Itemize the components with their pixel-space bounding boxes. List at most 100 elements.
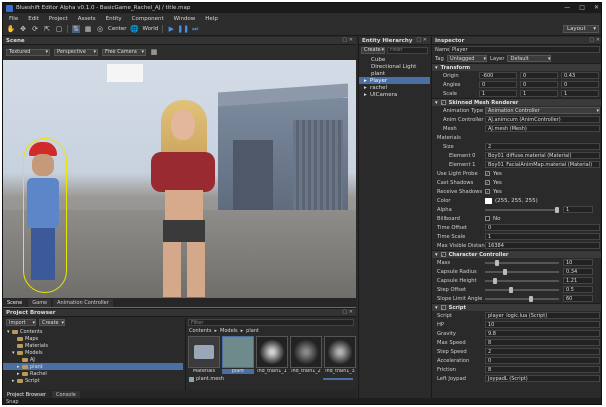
step-speed-field[interactable]: 2	[485, 348, 600, 355]
grid-toggle-icon[interactable]: ▦	[84, 25, 92, 33]
acceleration-field[interactable]: 0	[485, 357, 600, 364]
script-section-header[interactable]: ▾ ✓ Script	[432, 303, 601, 311]
height-slider[interactable]	[485, 277, 559, 284]
panel-window-icons[interactable]: □ ✕	[416, 37, 427, 43]
panel-window-icons[interactable]: □ ✕	[589, 37, 600, 43]
step-icon[interactable]: ⏭	[191, 25, 199, 33]
thumbnail-size-slider[interactable]	[323, 378, 353, 380]
controller-section-header[interactable]: ▾ ✓ Character Controller	[432, 250, 601, 258]
step-slider[interactable]	[485, 286, 559, 293]
materials-label[interactable]: Materials	[435, 135, 461, 141]
breadcrumb-plant[interactable]: plant	[246, 328, 259, 334]
time-offset-field[interactable]: 0	[485, 224, 600, 231]
list-item[interactable]: ▸ UICamera	[359, 91, 430, 98]
menu-assets[interactable]: Assets	[78, 16, 96, 22]
close-icon[interactable]: ✕	[594, 4, 599, 11]
time-scale-field[interactable]: 1	[485, 233, 600, 240]
import-dropdown[interactable]: Import ▾	[6, 319, 36, 326]
angles-x-field[interactable]: 0	[479, 81, 517, 88]
project-create-dropdown[interactable]: Create ▾	[39, 319, 65, 326]
radius-slider[interactable]	[485, 268, 559, 275]
tree-item-maps[interactable]: Maps	[3, 335, 183, 342]
world-space-icon[interactable]: 🌐	[130, 25, 139, 33]
billboard-checkbox[interactable]	[485, 216, 490, 221]
projection-dropdown[interactable]: Perspective ▾	[54, 48, 98, 56]
render-mode-dropdown[interactable]: Textured ▾	[6, 48, 50, 56]
list-item-selected[interactable]: ▸ Player	[359, 77, 430, 84]
layer-dropdown[interactable]: Default ▾	[507, 55, 552, 62]
scale-z-field[interactable]: 1	[561, 90, 599, 97]
angles-y-field[interactable]: 0	[520, 81, 558, 88]
asset-item-plant[interactable]: plant	[222, 336, 254, 374]
list-item[interactable]: Cube	[359, 56, 430, 63]
scale-tool-icon[interactable]: ⇱	[43, 25, 51, 33]
origin-x-field[interactable]: -600	[479, 72, 517, 79]
breadcrumb-models[interactable]: Models	[220, 328, 238, 334]
mass-slider[interactable]	[485, 259, 559, 266]
snap-toggle-icon[interactable]: ⇅	[72, 25, 80, 33]
rect-tool-icon[interactable]: ▢	[55, 25, 63, 33]
entity-name-field[interactable]: Player	[449, 46, 600, 53]
radius-field[interactable]: 0.34	[563, 268, 593, 275]
asset-item-train2[interactable]: ind_train1_2	[290, 336, 322, 374]
slider-handle[interactable]	[555, 206, 559, 213]
menu-help[interactable]: Help	[205, 16, 218, 22]
gravity-field[interactable]: 9.8	[485, 330, 600, 337]
list-item[interactable]: Directional Light	[359, 63, 430, 70]
max-distance-field[interactable]: 16384	[485, 242, 600, 249]
hierarchy-filter-input[interactable]: Filter	[387, 46, 428, 54]
enabled-checkbox[interactable]: ✓	[440, 305, 446, 310]
script-field[interactable]: player_logic.lua (Script)	[485, 312, 600, 319]
tab-scene[interactable]: Scene	[3, 299, 27, 307]
viewport-options-icon[interactable]: ▦	[150, 48, 158, 56]
slope-field[interactable]: 60	[563, 295, 593, 302]
menu-edit[interactable]: Edit	[28, 16, 39, 22]
tree-item-models[interactable]: ▾ Models	[3, 349, 183, 356]
layout-dropdown[interactable]: Layout ▾	[563, 25, 599, 33]
hand-tool-icon[interactable]: ✋	[7, 25, 16, 33]
slope-slider[interactable]	[485, 295, 559, 302]
tree-item-plant[interactable]: ▸ plant	[3, 363, 183, 370]
element0-field[interactable]: Boy01_diffuse.material (Material)	[485, 152, 600, 159]
element1-field[interactable]: Boy01_FacialAnimMap.material (Material)	[485, 161, 600, 168]
asset-item-materials[interactable]: Materials	[188, 336, 220, 374]
color-swatch[interactable]	[485, 197, 492, 204]
tree-item-contents[interactable]: ▾ Contents	[3, 328, 183, 335]
step-field[interactable]: 0.5	[563, 286, 593, 293]
slider-handle[interactable]	[529, 295, 533, 302]
pause-icon[interactable]: ❚❚	[177, 25, 189, 33]
scale-y-field[interactable]: 1	[520, 90, 558, 97]
slider-handle[interactable]	[493, 277, 497, 284]
receive-shadows-checkbox[interactable]: ✓	[485, 189, 490, 194]
anim-controller-field[interactable]: AJ.animcum (AnimController)	[485, 116, 600, 123]
tree-item-aj[interactable]: AJ	[3, 356, 183, 363]
slider-handle[interactable]	[495, 259, 499, 266]
transform-section-header[interactable]: ▾ Transform	[432, 63, 601, 71]
hierarchy-create-dropdown[interactable]: Create ▾	[361, 46, 385, 54]
menu-component[interactable]: Component	[132, 16, 164, 22]
list-item[interactable]: ▸ rachel	[359, 84, 430, 91]
anim-type-dropdown[interactable]: Animation Controller ▾	[485, 107, 600, 114]
friction-field[interactable]: 8	[485, 366, 600, 373]
panel-window-icons[interactable]: □ ✕	[342, 309, 353, 315]
asset-item-train3[interactable]: ind_train1_3	[324, 336, 356, 374]
menu-project[interactable]: Project	[49, 16, 68, 22]
size-field[interactable]: 2	[485, 143, 600, 150]
enabled-checkbox[interactable]: ✓	[440, 252, 446, 257]
scale-x-field[interactable]: 1	[479, 90, 517, 97]
alpha-slider[interactable]	[485, 206, 559, 213]
rotate-tool-icon[interactable]: ⟳	[31, 25, 39, 33]
light-probe-checkbox[interactable]: ✓	[485, 171, 490, 176]
joypad-field[interactable]: JoypadL (Script)	[485, 375, 600, 382]
play-icon[interactable]: ▶	[167, 25, 175, 33]
origin-z-field[interactable]: 0.43	[561, 72, 599, 79]
tree-item-materials[interactable]: Materials	[3, 342, 183, 349]
list-item[interactable]: plant	[359, 70, 430, 77]
scene-viewport[interactable]	[3, 60, 356, 310]
origin-y-field[interactable]: 0	[520, 72, 558, 79]
world-space-button[interactable]: World	[143, 26, 159, 32]
skinned-mesh-section-header[interactable]: ▾ ✓ Skinned Mesh Renderer	[432, 98, 601, 106]
angles-z-field[interactable]: 0	[561, 81, 599, 88]
alpha-field[interactable]: 1	[563, 206, 593, 213]
tab-game[interactable]: Game	[28, 299, 52, 307]
